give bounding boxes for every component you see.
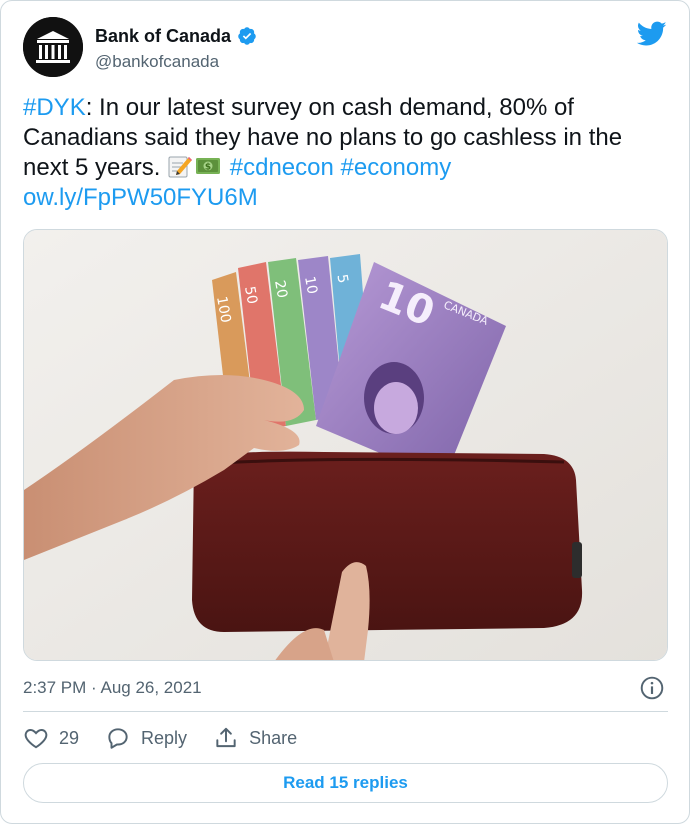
author-name[interactable]: Bank of Canada <box>95 25 231 47</box>
hashtag-cdnecon[interactable]: #cdnecon <box>230 154 334 181</box>
tweet-actions: 29 Reply Share <box>23 723 323 753</box>
share-button[interactable]: Share <box>213 725 297 751</box>
share-label: Share <box>249 727 298 748</box>
divider <box>23 711 668 712</box>
twitter-bird-icon[interactable] <box>637 21 667 47</box>
like-button[interactable]: 29 <box>23 725 79 751</box>
tweet-timestamp[interactable]: 2:37 PM · Aug 26, 2021 <box>23 677 202 699</box>
tweet-text: #DYK: In our latest survey on cash deman… <box>23 93 673 213</box>
banknote-50-value: 50 <box>241 285 260 305</box>
dollar-banknote-emoji-icon: $ <box>196 158 221 174</box>
read-replies-button[interactable]: Read 15 replies <box>23 763 668 803</box>
reply-label: Reply <box>141 727 188 748</box>
tweet-photo[interactable]: 100 50 20 10 5 10 CANADA <box>23 229 668 661</box>
banknotes-wallet-photo: 100 50 20 10 5 10 CANADA <box>24 230 667 660</box>
tweet-link[interactable]: ow.ly/FpPW50FYU6M <box>23 184 258 211</box>
svg-text:$: $ <box>205 163 211 173</box>
like-count: 29 <box>59 727 80 748</box>
tweet-card: Bank of Canada @bankofcanada #DYK: In ou… <box>0 0 690 824</box>
heart-icon <box>24 729 48 749</box>
bank-building-icon <box>23 17 83 77</box>
reply-bubble-icon <box>108 728 128 749</box>
hashtag-economy[interactable]: #economy <box>341 154 452 181</box>
author-handle[interactable]: @bankofcanada <box>95 51 219 73</box>
reply-button[interactable]: Reply <box>105 725 187 751</box>
banknote-20-value: 20 <box>271 279 290 299</box>
share-icon <box>216 727 236 748</box>
memo-emoji-icon <box>168 156 193 178</box>
author-avatar[interactable] <box>23 17 83 77</box>
wallet <box>192 451 583 632</box>
zipper-pull <box>572 542 582 578</box>
hashtag-dyk[interactable]: #DYK <box>23 94 86 121</box>
author-name-row[interactable]: Bank of Canada <box>95 25 257 47</box>
banknote-10-back-value: 10 <box>301 275 320 295</box>
verified-badge-icon <box>238 27 256 45</box>
info-icon[interactable] <box>639 675 665 701</box>
